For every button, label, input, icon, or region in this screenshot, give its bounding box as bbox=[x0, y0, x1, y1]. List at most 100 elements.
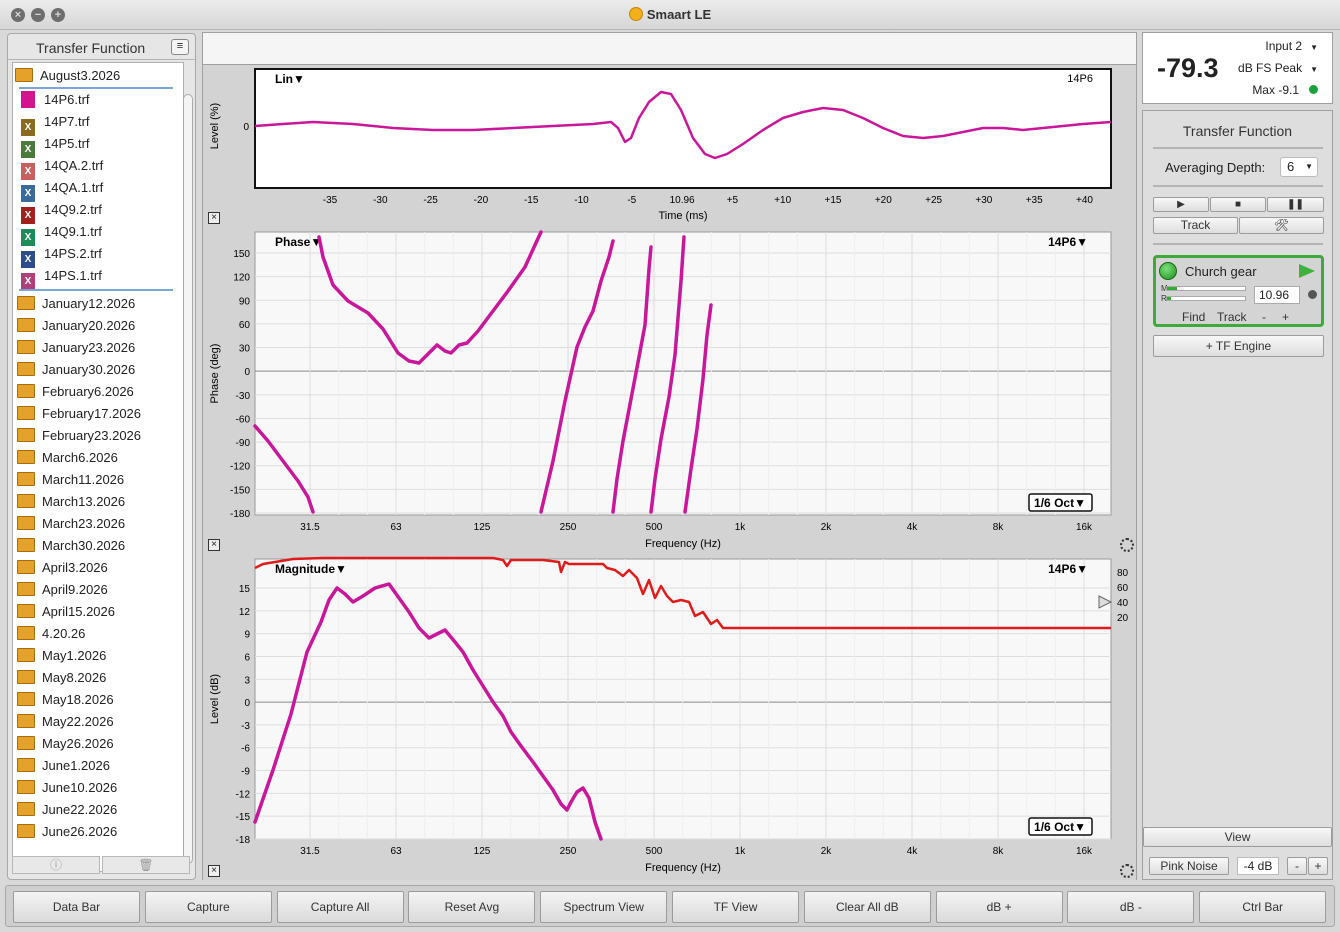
engine-play-icon[interactable] bbox=[1299, 264, 1315, 278]
play-button[interactable]: ▶ bbox=[1153, 197, 1209, 212]
open-folder[interactable]: August3.2026 bbox=[15, 65, 120, 87]
folder-item[interactable]: 4.20.26 bbox=[17, 623, 85, 645]
sidebar-scrollbar[interactable] bbox=[183, 94, 193, 864]
generator-level-up-button[interactable]: + bbox=[1308, 857, 1328, 875]
file-label: 14QA.2.trf bbox=[44, 158, 104, 173]
info-button[interactable]: ⓘ bbox=[12, 856, 100, 874]
divider bbox=[1153, 243, 1323, 245]
folder-item[interactable]: January23.2026 bbox=[17, 337, 135, 359]
impulse-x-tick: 10.96 bbox=[670, 195, 695, 206]
file-item[interactable]: X 14QA.1.trf bbox=[21, 177, 103, 202]
pause-button[interactable]: ❚❚ bbox=[1267, 197, 1324, 212]
folder-item[interactable]: April9.2026 bbox=[17, 579, 108, 601]
data-bar-button[interactable]: Data Bar bbox=[13, 891, 140, 923]
folder-item[interactable]: January12.2026 bbox=[17, 293, 135, 315]
folder-item[interactable]: May26.2026 bbox=[17, 733, 114, 755]
control-panel-title: Transfer Function bbox=[1182, 123, 1293, 139]
clear-all-db-button[interactable]: Clear All dB bbox=[803, 891, 931, 923]
impulse-x-tick: +15 bbox=[825, 195, 842, 206]
view-button[interactable]: View bbox=[1143, 827, 1332, 847]
impulse-plot[interactable]: 0 Level (%) -35 -30 -25 -20 -15 -10 -5 10.96 +5 +10… bbox=[203, 66, 1136, 228]
tf-view-button[interactable]: TF View bbox=[672, 891, 799, 923]
x-axis-label: Frequency (Hz) bbox=[645, 862, 721, 874]
delay-minus-button[interactable]: - bbox=[1262, 310, 1266, 324]
folder-item[interactable]: February6.2026 bbox=[17, 381, 134, 403]
folder-item[interactable]: June10.2026 bbox=[17, 777, 117, 799]
close-magnitude-pane-icon[interactable]: × bbox=[208, 865, 220, 877]
y-tick: -180 bbox=[230, 509, 250, 520]
capture-button[interactable]: Capture bbox=[144, 891, 272, 923]
folder-item[interactable]: June26.2026 bbox=[17, 821, 117, 843]
plot-top-strip bbox=[203, 33, 1136, 65]
add-tf-engine-button[interactable]: + TF Engine bbox=[1153, 335, 1324, 357]
folder-item[interactable]: March13.2026 bbox=[17, 491, 125, 513]
delay-value-field[interactable]: 10.96 bbox=[1254, 286, 1300, 304]
db-button[interactable]: dB - bbox=[1067, 891, 1195, 923]
file-item[interactable]: X 14P5.trf bbox=[21, 133, 90, 158]
magnitude-plot[interactable]: 15129630-3-6-9-12-15-1831.5 63 125 250 500 1k… bbox=[203, 556, 1136, 880]
y-tick: 60 bbox=[239, 320, 251, 331]
phase-plot[interactable]: 150 120 90 60 30 0 -30 -60 -90 -120 -150 -180 31.5 63… bbox=[203, 229, 1136, 555]
folder-item[interactable]: March11.2026 bbox=[17, 469, 124, 491]
folder-icon bbox=[17, 362, 35, 376]
tf-engine-card[interactable]: Church gear M R 10.96 Find Track - + bbox=[1153, 255, 1324, 327]
engine-on-led-icon[interactable] bbox=[1159, 262, 1177, 280]
pink-noise-button[interactable]: Pink Noise bbox=[1149, 857, 1229, 875]
tools-icon[interactable]: 🛠 bbox=[1239, 217, 1324, 234]
folder-item[interactable]: April3.2026 bbox=[17, 557, 108, 579]
input-selector-label: Input 2 bbox=[1265, 39, 1303, 53]
magnitude-settings-gear-icon[interactable] bbox=[1120, 864, 1134, 878]
file-item[interactable]: X 14QA.2.trf bbox=[21, 155, 104, 180]
folder-item[interactable]: April15.2026 bbox=[17, 601, 115, 623]
db-button[interactable]: dB + bbox=[935, 891, 1063, 923]
spectrum-view-button[interactable]: Spectrum View bbox=[540, 891, 668, 923]
y-tick: 12 bbox=[239, 607, 251, 618]
close-phase-pane-icon[interactable]: × bbox=[208, 539, 220, 551]
track-delay-button[interactable]: Track bbox=[1217, 310, 1247, 324]
ctrl-bar-button[interactable]: Ctrl Bar bbox=[1199, 891, 1327, 923]
folder-label: May1.2026 bbox=[42, 648, 107, 663]
folder-icon bbox=[17, 802, 35, 816]
y-tick: 3 bbox=[244, 675, 250, 686]
averaging-depth-select[interactable]: 6 ▼ bbox=[1280, 157, 1318, 177]
folder-item[interactable]: March30.2026 bbox=[17, 535, 125, 557]
folder-item[interactable]: June22.2026 bbox=[17, 799, 117, 821]
folder-item[interactable]: March23.2026 bbox=[17, 513, 125, 535]
generator-level-down-button[interactable]: - bbox=[1287, 857, 1307, 875]
delay-plus-button[interactable]: + bbox=[1282, 310, 1289, 324]
input-selector[interactable]: Input 2 ▼ bbox=[1265, 39, 1318, 53]
capture-all-button[interactable]: Capture All bbox=[276, 891, 404, 923]
folder-item[interactable]: February17.2026 bbox=[17, 403, 141, 425]
folder-item[interactable]: January20.2026 bbox=[17, 315, 135, 337]
folder-item[interactable]: March6.2026 bbox=[17, 447, 118, 469]
file-item[interactable]: X 14PS.1.trf bbox=[21, 265, 102, 290]
folder-icon bbox=[17, 406, 35, 420]
file-item[interactable]: 14P6.trf bbox=[21, 89, 90, 111]
file-item[interactable]: X 14PS.2.trf bbox=[21, 243, 102, 268]
track-button[interactable]: Track bbox=[1153, 217, 1238, 234]
meter-mode-selector[interactable]: dB FS Peak ▼ bbox=[1238, 61, 1318, 75]
folder-item[interactable]: May8.2026 bbox=[17, 667, 106, 689]
y-tick: -30 bbox=[236, 391, 251, 402]
coherence-tick: 60 bbox=[1117, 583, 1129, 594]
sidebar-menu-icon[interactable]: ≡ bbox=[171, 39, 189, 55]
open-folder-icon bbox=[15, 68, 33, 82]
file-item[interactable]: X 14Q9.1.trf bbox=[21, 221, 102, 246]
generator-level-field[interactable]: -4 dB bbox=[1237, 857, 1279, 875]
folder-item[interactable]: May22.2026 bbox=[17, 711, 114, 733]
folder-icon bbox=[17, 692, 35, 706]
file-item[interactable]: X 14P7.trf bbox=[21, 111, 90, 136]
file-item[interactable]: X 14Q9.2.trf bbox=[21, 199, 102, 224]
find-delay-button[interactable]: Find bbox=[1182, 310, 1205, 324]
phase-settings-gear-icon[interactable] bbox=[1120, 538, 1134, 552]
trash-icon[interactable]: 🗑 bbox=[102, 856, 190, 874]
file-list[interactable]: August3.2026 14P6.trf X 14P7.trf X 14P5.trf X 1… bbox=[12, 62, 184, 872]
reset-avg-button[interactable]: Reset Avg bbox=[408, 891, 536, 923]
folder-item[interactable]: February23.2026 bbox=[17, 425, 141, 447]
folder-item[interactable]: June1.2026 bbox=[17, 755, 110, 777]
close-impulse-pane-icon[interactable]: × bbox=[208, 212, 220, 224]
folder-item[interactable]: January30.2026 bbox=[17, 359, 135, 381]
folder-item[interactable]: May18.2026 bbox=[17, 689, 114, 711]
folder-item[interactable]: May1.2026 bbox=[17, 645, 106, 667]
stop-button[interactable]: ■ bbox=[1210, 197, 1266, 212]
